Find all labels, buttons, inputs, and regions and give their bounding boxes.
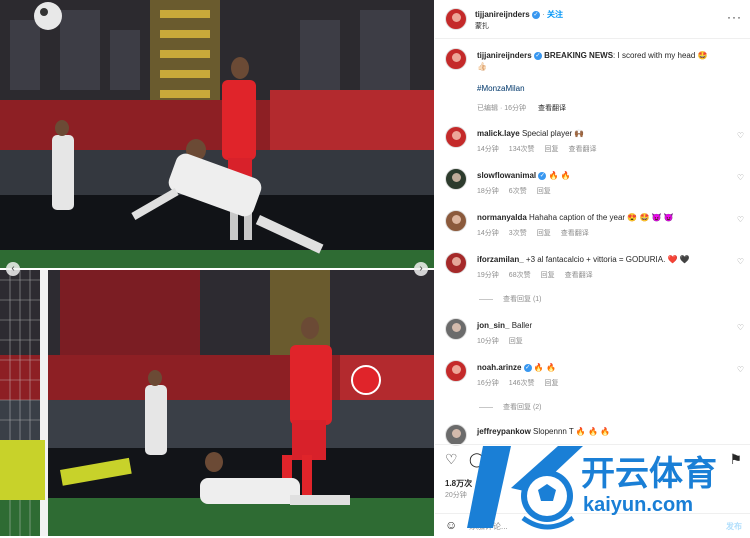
comment-body: normanyalda Hahaha caption of the year 😍… xyxy=(477,212,727,223)
post-media[interactable]: ‹ › xyxy=(0,0,434,536)
commenter-avatar[interactable] xyxy=(445,318,467,340)
reply-button[interactable]: 回复 xyxy=(537,230,551,237)
reply-button[interactable]: 回复 xyxy=(544,380,558,387)
comment-like-count[interactable]: 68次赞 xyxy=(509,272,531,279)
post-header: tijjanireijnders ✓ · 关注 蒙扎 ··· xyxy=(435,0,750,39)
hashtag-link[interactable]: #MonzaMilan xyxy=(477,84,525,93)
comment-text: Slopennn T 🔥 🔥 🔥 xyxy=(533,427,611,436)
caption-username[interactable]: tijjanireijnders xyxy=(477,51,532,60)
comment-body: jon_sin_ Baller xyxy=(477,320,727,331)
view-replies-link[interactable]: 查看回复 (2) xyxy=(479,402,542,412)
comment-item: normanyalda Hahaha caption of the year 😍… xyxy=(435,210,750,250)
post-location[interactable]: 蒙扎 xyxy=(475,21,489,31)
comment-body: malick.laye Special player 🙌🏾 xyxy=(477,128,727,139)
comment-body: jeffreypankow Slopennn T 🔥 🔥 🔥 xyxy=(477,426,727,437)
comment-like-heart-icon[interactable]: ♡ xyxy=(737,173,744,182)
comment-meta: 16分钟 146次赞 回复 xyxy=(477,378,568,388)
commenter-avatar[interactable] xyxy=(445,360,467,382)
reply-button[interactable]: 回复 xyxy=(544,146,558,153)
comment-time: 10分钟 xyxy=(477,338,499,345)
comment-meta: 14分钟 134次赞 回复 查看翻译 xyxy=(477,144,606,154)
comment-like-heart-icon[interactable]: ♡ xyxy=(737,215,744,224)
comment-body: iforzamilan_ +3 al fantacalcio + vittori… xyxy=(477,254,727,265)
carousel-next-button[interactable]: › xyxy=(414,262,428,276)
reply-button[interactable]: 回复 xyxy=(537,188,551,195)
commenter-avatar[interactable] xyxy=(445,126,467,148)
commenter-avatar[interactable] xyxy=(445,168,467,190)
comment-meta: 14分钟 3次赞 回复 查看翻译 xyxy=(477,228,599,238)
caption-text: : I scored with my head 🤩 xyxy=(613,51,708,60)
view-replies-link[interactable]: 查看回复 (1) xyxy=(479,294,542,304)
brand-name: 开云体育 xyxy=(581,454,717,494)
comment-text: Hahaha caption of the year 😍 🤩 😈 😈 xyxy=(529,213,674,222)
comment-body: slowflowanimal ✓ 🔥 🔥 xyxy=(477,170,727,181)
verified-icon: ✓ xyxy=(531,10,540,19)
carousel-prev-button[interactable]: ‹ xyxy=(6,262,20,276)
kaiyun-watermark: 开云体育 kaiyun.com xyxy=(463,438,750,536)
see-translation-link[interactable]: 查看翻译 xyxy=(561,230,589,237)
post-caption: tijjanireijnders ✓ BREAKING NEWS: I scor… xyxy=(435,48,750,114)
comment-meta: 19分钟 68次赞 回复 查看翻译 xyxy=(477,270,603,280)
follow-button[interactable]: 关注 xyxy=(547,10,563,19)
author-avatar[interactable] xyxy=(445,8,467,30)
comment-text: Baller xyxy=(511,321,533,330)
comment-username[interactable]: jon_sin_ xyxy=(477,321,509,330)
comment-like-count[interactable]: 6次赞 xyxy=(509,188,527,195)
verified-icon: ✓ xyxy=(533,51,542,60)
brand-url: kaiyun.com xyxy=(583,494,694,516)
comment-username[interactable]: malick.laye xyxy=(477,129,520,138)
emoji-icon[interactable]: ☺ xyxy=(445,518,457,532)
comment-like-heart-icon[interactable]: ♡ xyxy=(737,365,744,374)
comment-time: 14分钟 xyxy=(477,230,499,237)
like-heart-icon[interactable]: ♡ xyxy=(445,451,458,468)
comment-text: Special player 🙌🏾 xyxy=(521,129,585,138)
comment-time: 19分钟 xyxy=(477,272,499,279)
see-translation-link[interactable]: 查看翻译 xyxy=(565,272,593,279)
author-username[interactable]: tijjanireijnders xyxy=(475,10,530,19)
comment-text: +3 al fantacalcio + vittoria = GODURIA. … xyxy=(525,255,690,264)
comment-item: slowflowanimal ✓ 🔥 🔥 18分钟 6次赞 回复 ♡ xyxy=(435,168,750,208)
comment-time: 16分钟 xyxy=(477,380,499,387)
comment-username[interactable]: iforzamilan_ xyxy=(477,255,524,264)
comment-like-count[interactable]: 146次赞 xyxy=(509,380,535,387)
comment-username[interactable]: jeffreypankow xyxy=(477,427,531,436)
match-photo-collage xyxy=(0,0,434,536)
reply-button[interactable]: 回复 xyxy=(509,338,523,345)
caption-headline: BREAKING NEWS xyxy=(544,51,614,60)
comment-meta: 10分钟 回复 xyxy=(477,336,533,346)
reply-button[interactable]: 回复 xyxy=(541,272,555,279)
comment-meta: 18分钟 6次赞 回复 xyxy=(477,186,561,196)
comment-like-heart-icon[interactable]: ♡ xyxy=(737,257,744,266)
comment-item: jon_sin_ Baller 10分钟 回复 ♡ xyxy=(435,318,750,358)
comment-username[interactable]: noah.arinze xyxy=(477,363,521,372)
comment-item: malick.laye Special player 🙌🏾 14分钟 134次赞 回复… xyxy=(435,126,750,166)
comment-body: noah.arinze ✓ 🔥 🔥 xyxy=(477,362,727,373)
comment-item: noah.arinze ✓ 🔥 🔥 16分钟 146次赞 回复 ♡ 查看回复 (2) xyxy=(435,360,750,411)
verified-icon: ✓ xyxy=(538,171,547,180)
caption-emoji: 👍🏻 xyxy=(477,62,487,71)
comment-time: 14分钟 xyxy=(477,146,499,153)
comment-text: 🔥 🔥 xyxy=(533,363,557,372)
commenter-avatar[interactable] xyxy=(445,252,467,274)
comment-like-count[interactable]: 134次赞 xyxy=(509,146,535,153)
comment-like-heart-icon[interactable]: ♡ xyxy=(737,131,744,140)
comment-item: iforzamilan_ +3 al fantacalcio + vittori… xyxy=(435,252,750,303)
more-options-icon[interactable]: ··· xyxy=(727,10,742,24)
comment-username[interactable]: slowflowanimal xyxy=(477,171,536,180)
comment-username[interactable]: normanyalda xyxy=(477,213,527,222)
verified-icon: ✓ xyxy=(523,363,532,372)
comment-text: 🔥 🔥 xyxy=(548,171,571,180)
caption-edited-time: 已编辑 · 16分钟 xyxy=(477,105,527,112)
kaiyun-logo-icon xyxy=(467,446,583,530)
see-translation-link[interactable]: 查看翻译 xyxy=(538,105,566,112)
see-translation-link[interactable]: 查看翻译 xyxy=(568,146,596,153)
comment-like-count[interactable]: 3次赞 xyxy=(509,230,527,237)
commenter-avatar[interactable] xyxy=(445,210,467,232)
comment-time: 18分钟 xyxy=(477,188,499,195)
comment-like-heart-icon[interactable]: ♡ xyxy=(737,323,744,332)
caption-avatar[interactable] xyxy=(445,48,467,70)
